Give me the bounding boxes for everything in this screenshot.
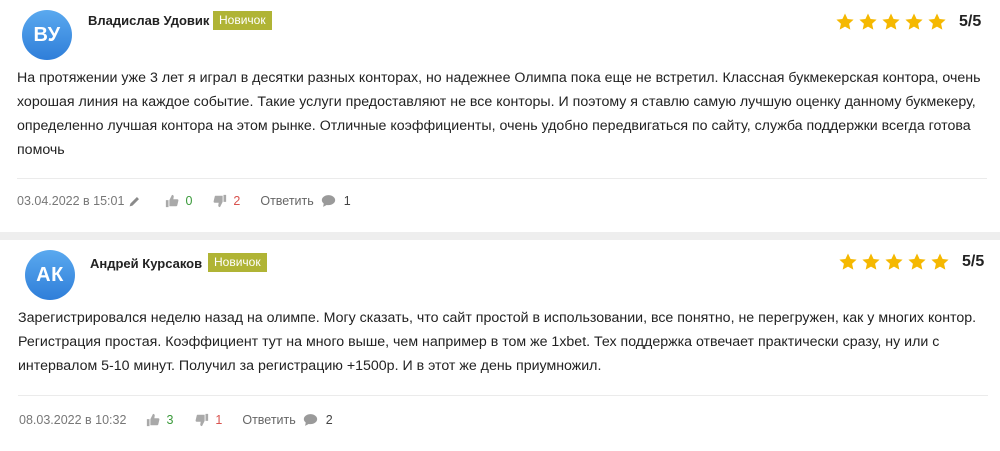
rating-value: 5/5	[959, 13, 982, 30]
review-date: 08.03.2022 в 10:32	[19, 413, 127, 427]
review-meta: 08.03.2022 в 10:32 3 1 Ответить 2	[19, 412, 333, 428]
comment-icon[interactable]	[321, 194, 336, 208]
reply-link[interactable]: Ответить	[260, 194, 313, 208]
divider	[18, 395, 988, 396]
review-separator	[0, 232, 1000, 240]
review-date: 03.04.2022 в 15:01	[17, 194, 125, 208]
comment-icon[interactable]	[303, 413, 318, 427]
star-icon	[862, 253, 880, 270]
star-icon	[882, 13, 900, 30]
review-text: Зарегистрировался неделю назад на олимпе…	[18, 310, 977, 374]
star-icon	[885, 253, 903, 270]
status-badge: Новичок	[213, 11, 272, 30]
thumbs-down-icon[interactable]	[195, 413, 209, 427]
star-icon	[836, 13, 854, 30]
author-name[interactable]: Андрей Курсаков	[90, 256, 202, 271]
thumbs-up-icon[interactable]	[146, 413, 160, 427]
star-icon	[839, 253, 857, 270]
rating-stars	[835, 12, 947, 32]
comments-count: 1	[343, 194, 351, 208]
review-meta: 03.04.2022 в 15:01 0 2 Ответить 1	[17, 193, 351, 209]
reply-link[interactable]: Ответить	[242, 413, 295, 427]
dislikes-count: 1	[215, 413, 223, 427]
avatar[interactable]: АК	[25, 250, 75, 300]
thumbs-down-icon[interactable]	[213, 194, 227, 208]
dislikes-count: 2	[233, 194, 241, 208]
review-card: АК Андрей Курсаков Новичок 5/5 Зарегистр…	[0, 240, 1000, 451]
likes-count: 0	[185, 194, 193, 208]
avatar[interactable]: ВУ	[22, 10, 72, 60]
rating-stars	[838, 252, 950, 272]
review-text: На протяжении уже 3 лет я играл в десятк…	[17, 70, 981, 158]
comments-count: 2	[325, 413, 333, 427]
star-icon	[905, 13, 923, 30]
star-icon	[908, 253, 926, 270]
thumbs-up-icon[interactable]	[165, 194, 179, 208]
pencil-icon[interactable]	[128, 195, 141, 208]
divider	[17, 178, 987, 179]
likes-count: 3	[166, 413, 174, 427]
star-icon	[931, 253, 949, 270]
rating-value: 5/5	[962, 253, 985, 270]
review-card: ВУ Владислав Удовик Новичок 5/5 На протя…	[0, 0, 1000, 232]
author-name[interactable]: Владислав Удовик	[88, 13, 209, 28]
star-icon	[928, 13, 946, 30]
status-badge: Новичок	[208, 253, 267, 272]
star-icon	[859, 13, 877, 30]
